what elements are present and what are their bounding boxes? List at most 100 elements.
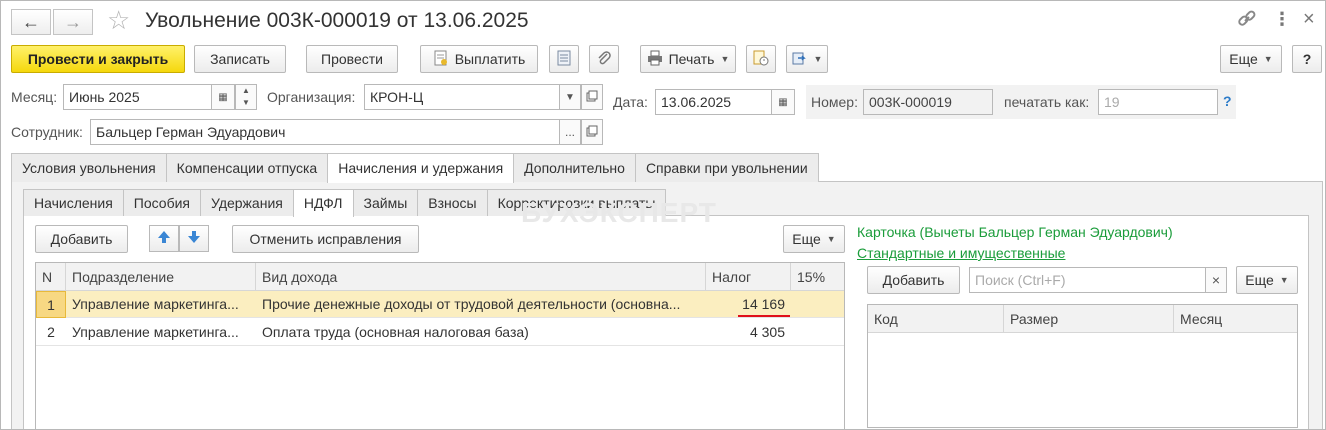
post-button[interactable]: Провести [306,45,398,73]
help-question-icon[interactable]: ? [1223,93,1232,109]
calendar-icon: ▦ [778,96,788,108]
ndfl-add-button[interactable]: Добавить [35,225,128,253]
subtab-ndfl[interactable]: НДФЛ [292,189,354,217]
tab-accruals-deductions[interactable]: Начисления и удержания [327,153,515,183]
col-tax[interactable]: Налог [706,263,791,291]
month-field[interactable]: Июнь 2025 ▦ [63,84,235,110]
ellipsis-icon: ... [564,125,575,139]
organization-field[interactable]: КРОН-Ц ▼ [364,84,581,110]
cancel-corrections-button[interactable]: Отменить исправления [232,225,419,253]
col-month[interactable]: Месяц [1174,305,1297,333]
link-icon[interactable] [1237,9,1257,32]
employee-value: Бальцер Герман Эдуардович [96,124,286,140]
chevron-down-icon: ▼ [1279,275,1289,285]
clear-icon: × [1211,272,1221,288]
tab-dismissal-terms[interactable]: Условия увольнения [11,153,167,182]
calendar-button[interactable]: ▦ [211,85,234,109]
print-button[interactable]: Печать ▼ [640,45,736,73]
tab-vacation-compensation[interactable]: Компенсации отпуска [165,153,329,182]
chevron-down-icon: ▼ [826,234,836,244]
row-tax[interactable]: 14 169 [706,291,791,318]
card-add-button[interactable]: Добавить [867,266,960,294]
main-tabs: Условия увольнения Компенсации отпуска Н… [11,153,819,183]
print-as-placeholder: 19 [1104,94,1120,110]
attach-button[interactable] [589,45,619,73]
date-field[interactable]: 13.06.2025 ▦ [655,89,795,115]
table-row[interactable]: 2 Управление маркетинга... Оплата труда … [36,319,844,346]
forward-button[interactable]: → [53,9,93,35]
col-amount[interactable]: Размер [1004,305,1174,333]
month-label: Месяц: [11,89,58,105]
organization-dropdown-button[interactable]: ▼ [559,85,580,109]
report-button[interactable] [549,45,579,73]
number-label: Номер: [811,94,858,110]
tab-additional[interactable]: Дополнительно [513,153,636,182]
month-value: Июнь 2025 [69,89,140,105]
move-down-button[interactable] [179,225,209,252]
card-more-label: Еще [1245,272,1274,288]
card-title: Карточка (Вычеты Бальцер Герман Эдуардов… [857,224,1173,240]
row-tax[interactable]: 4 305 [706,319,791,346]
date-calendar-button[interactable]: ▦ [771,90,794,114]
print-as-label: печатать как: [1004,94,1090,110]
stepper-up-icon[interactable]: ▲ [236,85,256,97]
more-label: Еще [1229,51,1258,67]
print-as-field[interactable]: 19 [1098,89,1218,115]
ndfl-table: N Подразделение Вид дохода Налог 15% 1 У… [35,262,845,429]
subtab-benefits[interactable]: Пособия [122,189,202,216]
window-title: Увольнение 003К-000019 от 13.06.2025 [145,9,529,32]
subtab-deductions[interactable]: Удержания [200,189,294,216]
col-income-type[interactable]: Вид дохода [256,263,706,291]
col-code[interactable]: Код [868,305,1004,333]
subtab-accruals[interactable]: Начисления [23,189,124,216]
report-icon [557,50,571,69]
card-more-button[interactable]: Еще ▼ [1236,266,1298,294]
ndfl-more-button[interactable]: Еще ▼ [783,225,845,253]
organization-open-button[interactable] [581,84,603,110]
row-income-type: Оплата труда (основная налоговая база) [262,324,529,340]
calendar-icon: ▦ [218,91,228,103]
close-icon[interactable]: × [1303,8,1315,31]
employee-label: Сотрудник: [11,124,83,140]
pay-button[interactable]: Выплатить [420,45,538,73]
subtab-contributions[interactable]: Взносы [417,189,488,216]
more-vertical-icon[interactable]: ⋮ [1273,9,1291,30]
tab-dismissal-certificates[interactable]: Справки при увольнении [634,153,819,182]
structure-button[interactable] [746,45,776,73]
create-based-on-button[interactable]: ▼ [786,45,828,73]
month-stepper[interactable]: ▲ ▼ [235,84,257,110]
document-window: ← → ☆ Увольнение 003К-000019 от 13.06.20… [0,0,1326,430]
row-number: 1 [36,291,66,318]
arrow-left-icon: ← [22,11,40,32]
print-label: Печать [668,51,715,67]
standard-deductions-link[interactable]: Стандартные и имущественные [857,245,1065,261]
clear-search-button[interactable]: × [1205,268,1226,292]
help-button[interactable]: ? [1292,45,1322,73]
table-row[interactable]: 1 Управление маркетинга... Прочие денежн… [36,291,844,318]
col-department[interactable]: Подразделение [66,263,256,291]
row-department: Управление маркетинга... [72,296,239,312]
col-15pct[interactable]: 15% [791,263,844,291]
document-icon [433,50,449,69]
open-window-icon [586,89,598,105]
move-up-button[interactable] [149,225,179,252]
favorite-star-icon[interactable]: ☆ [107,5,130,36]
col-n[interactable]: N [36,263,66,291]
arrow-down-icon [187,230,201,247]
subtab-loans[interactable]: Займы [352,189,419,216]
number-field[interactable]: 003К-000019 [863,89,993,115]
card-search-placeholder: Поиск (Ctrl+F) [975,272,1066,288]
chevron-down-icon: ▼ [1263,54,1273,64]
stepper-down-icon[interactable]: ▼ [236,97,256,109]
employee-open-button[interactable] [581,119,603,145]
employee-field[interactable]: Бальцер Герман Эдуардович ... [90,119,581,145]
arrow-up-icon [157,230,171,247]
card-search-field[interactable]: Поиск (Ctrl+F) × [969,267,1227,293]
more-button[interactable]: Еще ▼ [1220,45,1282,73]
post-and-close-button[interactable]: Провести и закрыть [11,45,185,73]
back-button[interactable]: ← [11,9,51,35]
employee-select-button[interactable]: ... [559,120,580,144]
save-button[interactable]: Записать [194,45,286,73]
row-income-type: Прочие денежные доходы от трудовой деяте… [262,296,681,312]
chevron-down-icon: ▼ [720,54,730,64]
